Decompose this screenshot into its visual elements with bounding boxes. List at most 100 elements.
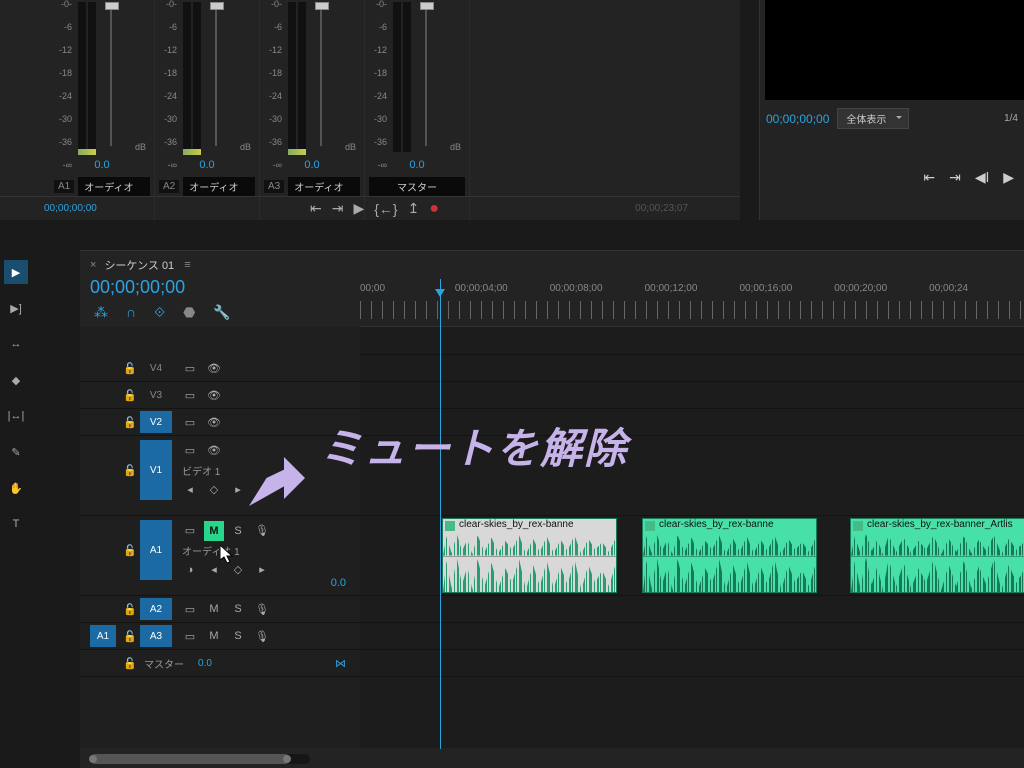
toggle-output-icon[interactable]: ▭ [180,520,200,540]
keyframe-icon[interactable]: ◇ [228,560,248,580]
lock-icon[interactable]: 🔓 [120,544,140,557]
type-tool[interactable]: T [4,512,28,536]
volume-fader[interactable] [215,6,217,146]
fx-badge-icon [853,521,863,531]
master-out-icon[interactable]: ⋈ [335,657,346,670]
track-content[interactable]: clear-skies_by_rex-banne clear-skies_by_… [360,327,1024,748]
track-header-a2[interactable]: 🔓A2▭MS🎙 [80,596,360,623]
go-to-out-icon[interactable]: ⇥ [332,200,344,217]
resolution-fraction[interactable]: 1/4 [1004,113,1018,124]
track-header-v2[interactable]: 🔓V2▭👁 [80,409,360,436]
mute-button[interactable]: M [204,599,224,619]
lock-icon[interactable]: 🔓 [120,464,140,477]
lock-icon[interactable]: 🔓 [120,630,140,643]
toggle-output-icon[interactable]: ▭ [180,626,200,646]
tab-menu-icon[interactable]: ≡ [184,259,190,271]
insert-icon[interactable]: ⁂ [94,304,108,321]
mark-in-icon[interactable]: ⇤ [923,169,935,186]
linked-selection-icon[interactable]: ⟐ [154,304,165,321]
audio-lane-a1[interactable]: clear-skies_by_rex-banne clear-skies_by_… [360,516,1024,596]
keyframe-prev-icon[interactable]: ◂ [204,560,224,580]
ripple-edit-tool[interactable]: ↔ [4,332,28,356]
clip-title: clear-skies_by_rex-banner_Artlis [867,519,1013,530]
playhead[interactable] [440,279,441,749]
horizontal-scrollbar[interactable] [90,754,310,764]
keyframe-icon[interactable]: ◇ [204,480,224,500]
program-viewport [765,0,1024,100]
toggle-output-icon[interactable]: ▭ [180,441,200,461]
play-icon[interactable]: ▶ [1003,169,1014,186]
mark-out-icon[interactable]: ⇥ [949,169,961,186]
channel-tag: A1 [54,180,74,193]
track-select-tool[interactable]: ▶] [4,296,28,320]
slip-tool[interactable]: |↔| [4,404,28,428]
toggle-output-icon[interactable]: ▭ [180,358,200,378]
scroll-thumb[interactable] [90,754,290,764]
mute-button[interactable]: M [204,626,224,646]
sequence-timecode[interactable]: 00;00;00;00 [90,277,185,298]
close-tab-icon[interactable]: × [90,259,96,271]
track-header-a3[interactable]: A1🔓A3▭MS🎙 [80,623,360,650]
level-meter-left [78,2,86,152]
play-icon[interactable]: ▶ [353,200,364,217]
program-timecode[interactable]: 00;00;00;00 [766,112,829,126]
lock-icon[interactable]: 🔓 [120,362,140,375]
keyframe-prev-icon[interactable]: ◂ [180,480,200,500]
export-icon[interactable]: ↥ [408,200,420,217]
track-header-v3[interactable]: 🔓V3▭👁 [80,382,360,409]
volume-fader[interactable] [110,6,112,146]
eye-icon[interactable]: 👁 [204,412,224,432]
selection-tool[interactable]: ▶ [4,260,28,284]
audio-clip[interactable]: clear-skies_by_rex-banner_Artlis [850,518,1024,593]
timeline-ruler[interactable]: 00;0000;00;04;0000;00;08;0000;00;12;0000… [360,281,1024,327]
hand-tool[interactable]: ✋ [4,476,28,500]
lock-icon[interactable]: 🔓 [120,416,140,429]
toggle-output-icon[interactable]: ▭ [180,412,200,432]
track-volume-value[interactable]: 0.0 [331,577,346,589]
audio-clip[interactable]: clear-skies_by_rex-banne [442,518,617,593]
db-unit-label: dB [135,142,146,152]
go-to-in-icon[interactable]: ⇤ [310,200,322,217]
pen-tool[interactable]: ✎ [4,440,28,464]
solo-button[interactable]: S [228,626,248,646]
toggle-output-icon[interactable]: ▭ [180,385,200,405]
zoom-dropdown[interactable]: 全体表示 [837,108,909,129]
settings-icon[interactable]: 🔧 [213,304,230,321]
lock-icon[interactable]: 🔓 [120,657,140,670]
channel-name[interactable]: オーディオ [78,177,150,196]
eye-icon[interactable]: 👁 [204,358,224,378]
loop-icon[interactable]: {←} [374,201,397,217]
track-header-v4[interactable]: 🔓V4▭👁 [80,355,360,382]
master-track-value[interactable]: 0.0 [198,658,212,669]
sequence-tab-name[interactable]: シーケンス 01 [104,257,174,273]
volume-fader[interactable] [425,6,427,146]
keyframe-menu-icon[interactable]: ◑ [180,560,200,580]
solo-button[interactable]: S [228,521,248,541]
lock-icon[interactable]: 🔓 [120,389,140,402]
tool-strip: ▶ ▶] ↔ ◆ |↔| ✎ ✋ T [0,260,32,536]
eye-icon[interactable]: 👁 [204,441,224,461]
snap-icon[interactable]: ∩ [126,304,136,321]
volume-fader[interactable] [320,6,322,146]
mute-button[interactable]: M [204,521,224,541]
mixer-footer: 00;00;00;00 ⇤ ⇥ ▶ {←} ↥ ● 00;00;23;07 [0,196,740,220]
step-back-icon[interactable]: ◀ǀ [975,169,989,186]
keyframe-next-icon[interactable]: ▸ [228,480,248,500]
level-meter-right [88,2,96,152]
voice-over-icon[interactable]: 🎙 [252,626,272,646]
solo-button[interactable]: S [228,599,248,619]
eye-icon[interactable]: 👁 [204,385,224,405]
track-header-a1[interactable]: 🔓A1▭MS🎙オーディオ 1◑◂◇▸ 0.0 [80,516,360,596]
voice-over-icon[interactable]: 🎙 [252,520,272,540]
keyframe-next-icon[interactable]: ▸ [252,560,272,580]
razor-tool[interactable]: ◆ [4,368,28,392]
voice-over-icon[interactable]: 🎙 [252,599,272,619]
track-header-master[interactable]: 🔓マスター0.0⋈ [80,650,360,677]
track-header-v1[interactable]: 🔓V1▭👁ビデオ 1◂◇▸ [80,436,360,516]
lock-icon[interactable]: 🔓 [120,603,140,616]
toggle-output-icon[interactable]: ▭ [180,599,200,619]
source-patch-a1[interactable]: A1 [90,625,116,647]
marker-icon[interactable]: ⬣ [183,304,195,321]
record-icon[interactable]: ● [429,200,439,218]
audio-clip[interactable]: clear-skies_by_rex-banne [642,518,817,593]
